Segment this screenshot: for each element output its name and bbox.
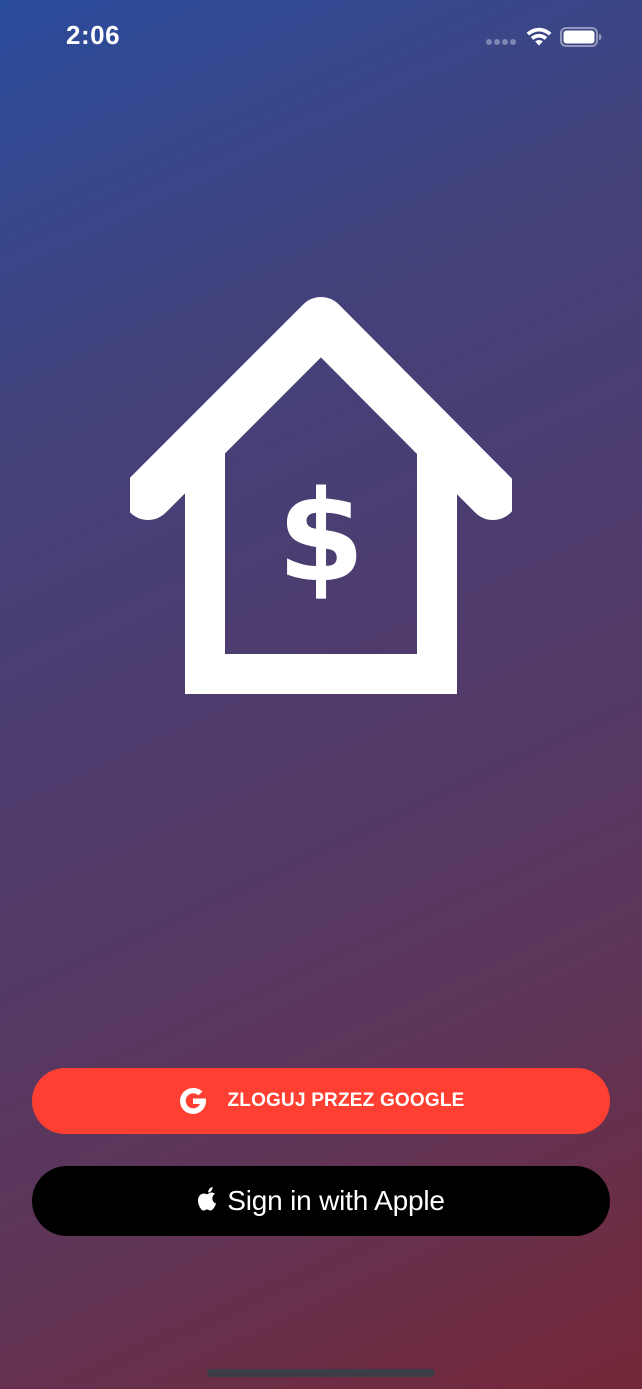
dollar-symbol: $ (277, 463, 365, 610)
google-g-icon (180, 1087, 207, 1114)
house-dollar-icon: $ (130, 297, 512, 694)
google-button-label: ZLOGUJ PRZEZ GOOGLE (227, 1090, 465, 1111)
apple-icon (198, 1187, 217, 1211)
status-time: 2:06 (66, 20, 121, 50)
home-indicator[interactable] (207, 1369, 435, 1377)
apple-button-label: Sign in with Apple (227, 1185, 445, 1216)
signal-icon (486, 39, 518, 47)
battery-icon (560, 27, 602, 47)
login-screen: 2:06 $ ZLOGUJ PRZEZ GOOGLE Sign in with … (0, 0, 642, 1389)
google-sign-in-button[interactable]: ZLOGUJ PRZEZ GOOGLE (32, 1068, 610, 1134)
apple-sign-in-button[interactable]: Sign in with Apple (32, 1166, 610, 1236)
status-bar: 2:06 (0, 0, 642, 80)
wifi-icon (526, 27, 552, 46)
